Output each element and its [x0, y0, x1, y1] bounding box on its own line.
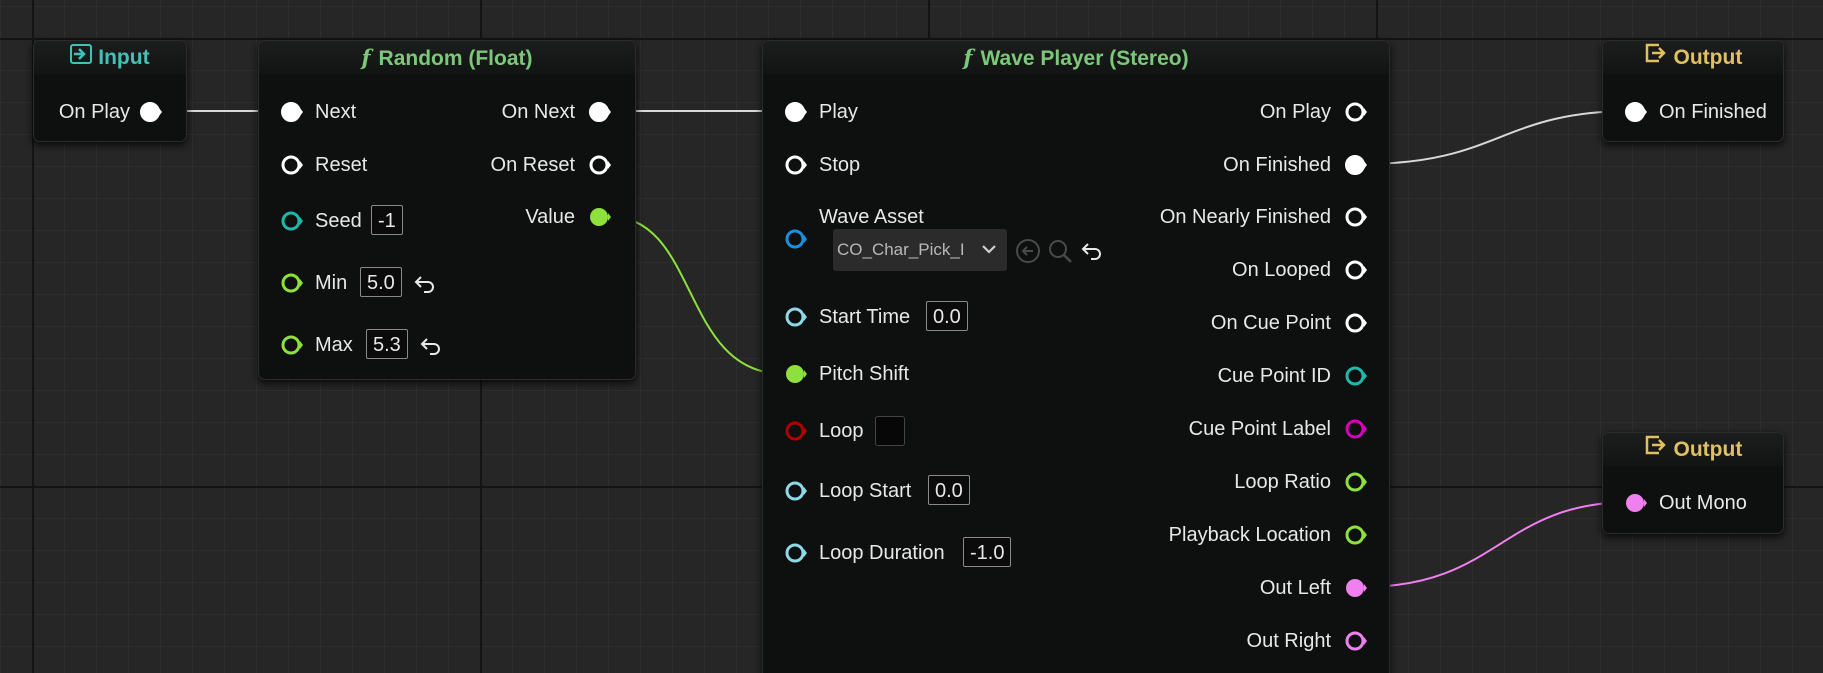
out-on-finished-exec-pin[interactable] [1345, 155, 1367, 175]
wire-on-finished-to-output[interactable] [1361, 110, 1633, 165]
output-node-1-title: Output [1673, 46, 1743, 69]
wave-asset-dropdown[interactable]: CO_Char_Pick_I [833, 229, 1007, 271]
play-exec-pin[interactable] [785, 102, 807, 122]
next-label: Next [315, 101, 357, 123]
pitch-shift-label: Pitch Shift [819, 363, 910, 385]
output-node-2-title: Output [1673, 438, 1743, 461]
seed-label: Seed [315, 210, 362, 232]
on-reset-label: On Reset [490, 154, 575, 176]
output-node-2-header[interactable]: Output [1603, 433, 1783, 467]
start-time-label: Start Time [819, 306, 911, 328]
out-cue-point-id-label: Cue Point ID [1217, 365, 1331, 387]
stop-exec-pin[interactable] [785, 155, 807, 175]
out-left-audio-pin[interactable] [1345, 578, 1367, 598]
max-label: Max [315, 334, 353, 356]
input-node-title: Input [98, 46, 150, 69]
chevron-down-icon [981, 229, 997, 271]
loop-duration-label: Loop Duration [819, 542, 945, 564]
random-node-title: Random (Float) [378, 47, 533, 70]
random-float-node[interactable]: f Random (Float) Next Reset Seed -1 Min 5… [258, 40, 636, 380]
out-loop-ratio-label: Loop Ratio [1234, 471, 1331, 493]
seed-value-field[interactable]: -1 [371, 205, 403, 235]
out-right-label: Out Right [1246, 630, 1331, 652]
loop-start-field[interactable]: 0.0 [928, 475, 970, 505]
wave-player-node[interactable]: f Wave Player (Stereo) Play Stop Wave Ass… [762, 40, 1390, 673]
loop-duration-field[interactable]: -1.0 [963, 537, 1012, 567]
out-on-cue-point-label: On Cue Point [1210, 312, 1331, 334]
start-time-pin[interactable] [785, 307, 807, 327]
out-on-play-exec-pin[interactable] [1345, 102, 1367, 122]
on-play-exec-pin[interactable] [140, 102, 162, 122]
out-cue-point-label-label: Cue Point Label [1188, 418, 1331, 440]
on-next-exec-pin[interactable] [589, 102, 611, 122]
out-on-looped-exec-pin[interactable] [1345, 260, 1367, 280]
input-node[interactable]: Input On Play [33, 40, 187, 142]
function-icon: f [963, 45, 973, 70]
max-float-pin[interactable] [281, 335, 303, 355]
loop-bool-pin[interactable] [785, 421, 807, 441]
value-float-pin[interactable] [589, 207, 611, 227]
output-on-finished-label: On Finished [1659, 101, 1767, 123]
output-node-out-mono[interactable]: Output Out Mono [1602, 432, 1784, 534]
wave-asset-value: CO_Char_Pick_I [837, 240, 965, 259]
play-label: Play [819, 101, 858, 123]
use-selected-asset-icon[interactable] [1015, 238, 1041, 269]
wave-player-title: Wave Player (Stereo) [980, 47, 1189, 70]
output-arrow-icon [1644, 433, 1668, 467]
loop-start-label: Loop Start [819, 480, 912, 502]
output-node-1-header[interactable]: Output [1603, 41, 1783, 75]
out-on-cue-point-exec-pin[interactable] [1345, 313, 1367, 333]
out-playback-location-pin[interactable] [1345, 525, 1367, 545]
on-play-label: On Play [58, 101, 130, 123]
loop-duration-pin[interactable] [785, 543, 807, 563]
output-arrow-icon [1644, 41, 1668, 75]
min-label: Min [315, 272, 348, 294]
function-icon: f [361, 45, 371, 70]
next-exec-pin[interactable] [281, 102, 303, 122]
out-on-play-label: On Play [1259, 101, 1331, 123]
reset-label: Reset [315, 154, 368, 176]
out-cue-point-label-pin[interactable] [1345, 419, 1367, 439]
seed-int-pin[interactable] [281, 211, 303, 231]
out-loop-ratio-pin[interactable] [1345, 472, 1367, 492]
out-on-looped-label: On Looped [1232, 259, 1331, 281]
out-cue-point-id-pin[interactable] [1345, 366, 1367, 386]
loop-start-pin[interactable] [785, 481, 807, 501]
min-value-field[interactable]: 5.0 [360, 267, 402, 297]
pitch-shift-float-pin[interactable] [785, 364, 807, 384]
out-right-audio-pin[interactable] [1345, 631, 1367, 651]
input-node-header[interactable]: Input [34, 41, 186, 75]
wave-asset-reset-icon[interactable] [1081, 240, 1103, 260]
on-reset-exec-pin[interactable] [589, 155, 611, 175]
loop-checkbox[interactable] [875, 416, 905, 446]
out-on-nearly-finished-exec-pin[interactable] [1345, 207, 1367, 227]
output-out-mono-label: Out Mono [1659, 492, 1747, 514]
loop-label: Loop [819, 420, 864, 442]
wave-player-header[interactable]: f Wave Player (Stereo) [763, 41, 1389, 75]
random-node-header[interactable]: f Random (Float) [259, 41, 635, 75]
output-node-on-finished[interactable]: Output On Finished [1602, 40, 1784, 142]
max-reset-icon[interactable] [420, 335, 442, 355]
out-on-nearly-finished-label: On Nearly Finished [1159, 206, 1331, 228]
stop-label: Stop [819, 154, 861, 176]
on-next-label: On Next [501, 101, 575, 123]
out-on-finished-label: On Finished [1223, 154, 1331, 176]
reset-exec-pin[interactable] [281, 155, 303, 175]
out-left-label: Out Left [1259, 577, 1331, 599]
input-arrow-icon [70, 41, 93, 75]
value-label: Value [525, 206, 575, 228]
output-out-mono-audio-pin[interactable] [1625, 493, 1647, 513]
min-float-pin[interactable] [281, 273, 303, 293]
wave-asset-object-pin[interactable] [785, 229, 807, 249]
max-value-field[interactable]: 5.3 [366, 329, 408, 359]
start-time-field[interactable]: 0.0 [926, 301, 968, 331]
wire-out-left-to-out-mono[interactable] [1361, 501, 1633, 588]
wave-asset-label: Wave Asset [819, 206, 924, 228]
min-reset-icon[interactable] [414, 273, 436, 293]
browse-asset-search-icon[interactable] [1047, 238, 1073, 269]
output-on-finished-exec-pin[interactable] [1625, 102, 1647, 122]
out-playback-location-label: Playback Location [1168, 524, 1331, 546]
